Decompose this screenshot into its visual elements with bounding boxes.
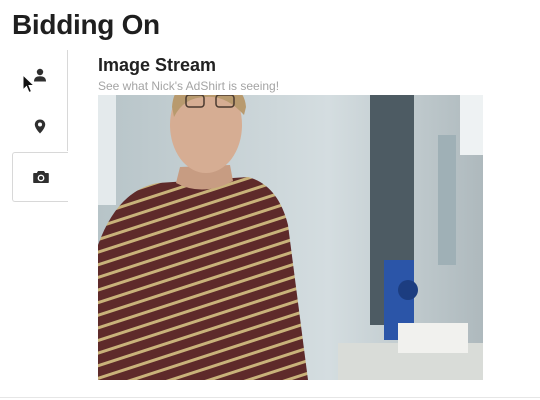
image-stream-frame [98,95,483,380]
page-title: Bidding On [12,9,160,40]
tab-image-stream[interactable] [12,152,68,202]
tab-location[interactable] [12,101,68,151]
bottom-divider [0,397,540,398]
side-tab-nav [12,50,68,203]
map-marker-icon [34,119,46,133]
camera-feed-image [98,95,483,380]
camera-icon [32,171,49,183]
mouse-cursor-icon [22,74,36,94]
stream-title: Image Stream [98,55,217,75]
tab-profile[interactable] [12,50,68,100]
stream-subtitle: See what Nick's AdShirt is seeing! [98,79,280,93]
